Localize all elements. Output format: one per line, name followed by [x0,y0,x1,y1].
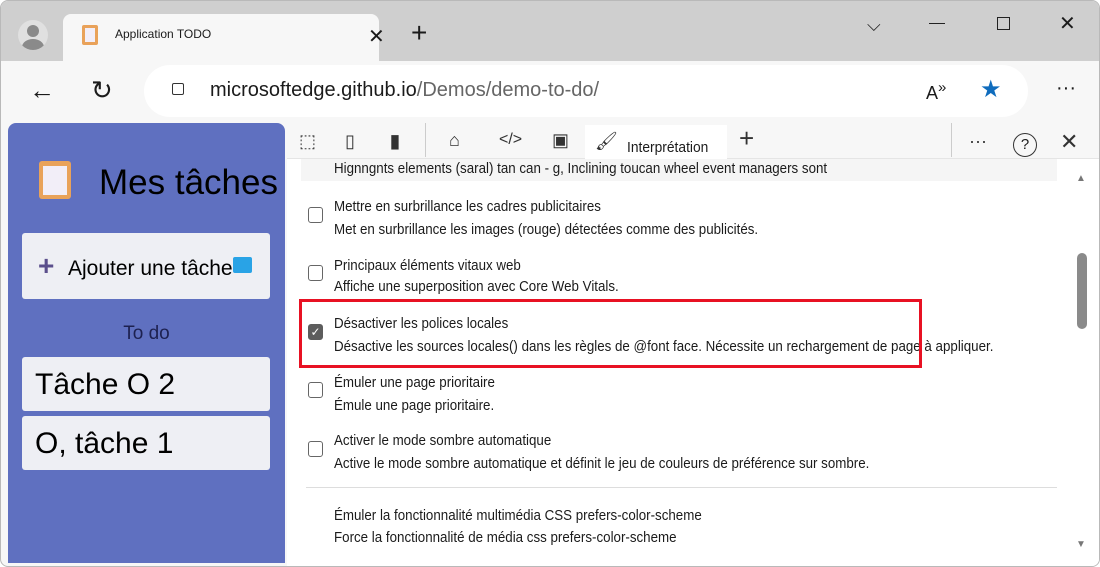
minimize-icon[interactable] [929,23,945,24]
close-tab-icon[interactable]: ✕ [368,24,385,49]
home-icon[interactable]: ⌂ [449,130,460,150]
browser-tab[interactable]: Application TODO ✕ [63,14,385,61]
option-title: Émuler une page prioritaire [334,375,495,391]
checkbox[interactable] [308,207,323,223]
task-label: Tâche O 2 [35,368,176,401]
tab-bar: Application TODO ✕ + ⌵ ✕ [1,1,1099,61]
back-icon[interactable]: ← [29,75,55,106]
favorite-star-icon[interactable]: ★ [980,75,1002,104]
lock-icon [172,83,184,95]
option-desc: Affiche une superposition avec Core Web … [334,279,619,295]
partial-option-text: Hignngnts elements (saral) tan can - g, … [334,161,828,177]
profile-avatar[interactable] [18,20,48,50]
section-title: Émuler la fonctionnalité multimédia CSS … [334,508,702,524]
highlight-box [299,299,922,368]
badge-icon [233,257,252,273]
scrollbar[interactable]: ▲ ▼ [1073,171,1091,556]
address-bar[interactable]: microsoftedge.github.io/Demos/demo-to-do… [144,65,1028,117]
scroll-up-icon[interactable]: ▲ [1076,173,1086,184]
scroll-down-icon[interactable]: ▼ [1076,539,1086,550]
section-heading: To do [123,323,170,344]
checkbox[interactable] [308,382,323,398]
more-menu-icon[interactable]: ··· [1056,77,1076,100]
maximize-icon[interactable] [997,17,1010,30]
checkbox[interactable] [308,441,323,457]
todo-app: Mes tâches + Ajouter une tâche To do Tâc… [8,123,285,563]
close-window-icon[interactable]: ✕ [1059,11,1076,36]
help-icon[interactable]: ? [1013,133,1037,157]
option-desc: Met en surbrillance les images (rouge) d… [334,222,759,238]
elements-icon[interactable]: </> [499,130,522,150]
new-tab-icon[interactable]: + [411,17,427,49]
console-icon[interactable]: ▣ [552,130,569,150]
dock-icon[interactable]: ▮ [390,131,400,151]
option-title: Mettre en surbrillance les cadres public… [334,199,601,215]
scrollbar-thumb[interactable] [1077,253,1087,329]
url-host: microsoftedge.github.io [210,79,417,101]
add-tool-icon[interactable]: + [739,125,754,151]
devtools-panel: ⬚ ▯ ▮ ⌂ </> ▣ 🖌 Interprétation + ··· ? ✕… [287,121,1099,566]
add-task-button[interactable]: + Ajouter une tâche [22,233,270,299]
add-task-label: Ajouter une tâche [68,257,233,280]
device-emulation-icon[interactable]: ▯ [345,131,355,151]
refresh-icon[interactable]: ↻ [91,75,113,106]
read-aloud-icon[interactable]: A» [926,79,946,104]
clipboard-icon [39,161,71,199]
checkbox[interactable] [308,265,323,281]
option-desc: Active le mode sombre automatique et déf… [334,456,870,472]
divider [306,487,1057,488]
option-desc: Émule une page prioritaire. [334,398,495,414]
inspect-icon[interactable]: ⬚ [299,131,316,151]
app-title: Mes tâches [99,163,278,202]
browser-window: Application TODO ✕ + ⌵ ✕ ← ↻ microsofted… [0,0,1100,567]
section-desc: Force la fonctionnalité de média css pre… [334,530,677,546]
paintbrush-icon: 🖌 [595,131,618,151]
task-item[interactable]: O, tâche 1 [22,416,270,470]
tab-title: Application TODO [115,27,212,41]
tab-label: Interprétation [627,139,709,156]
task-label: O, tâche 1 [35,427,174,460]
task-item[interactable]: Tâche O 2 [22,357,270,411]
option-title: Activer le mode sombre automatique [334,433,552,449]
tab-rendering[interactable]: 🖌 Interprétation [585,125,727,160]
devtools-toolbar: ⬚ ▯ ▮ ⌂ </> ▣ 🖌 Interprétation + ··· ? ✕ [287,121,1099,160]
close-devtools-icon[interactable]: ✕ [1060,131,1078,153]
more-options-icon[interactable]: ··· [969,131,987,151]
clipboard-icon [82,25,98,45]
url-path: /Demos/demo-to-do/ [416,79,600,101]
chevron-down-icon[interactable]: ⌵ [867,15,881,36]
plus-icon: + [38,250,55,281]
option-title: Principaux éléments vitaux web [334,258,521,274]
